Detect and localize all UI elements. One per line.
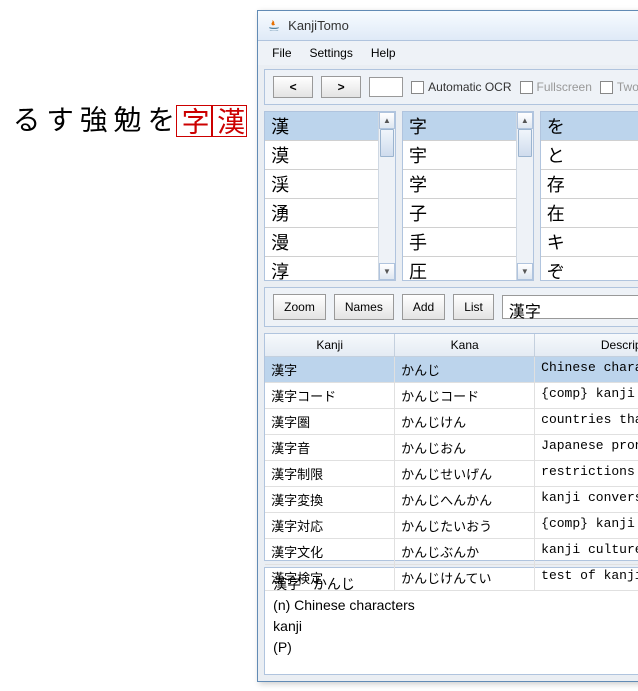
next-button[interactable]: > xyxy=(321,76,361,98)
menu-help[interactable]: Help xyxy=(365,44,402,62)
add-button[interactable]: Add xyxy=(402,294,445,320)
titlebar[interactable]: KanjiTomo ─ ▢ X xyxy=(258,11,638,41)
cell-d: Japanese pronunciati... xyxy=(535,435,638,460)
candidate-item[interactable]: キ xyxy=(541,228,638,257)
candidate-item[interactable]: ぞ xyxy=(541,257,638,280)
window-title: KanjiTomo xyxy=(288,18,637,33)
list-button[interactable]: List xyxy=(453,294,494,320)
menu-file[interactable]: File xyxy=(266,44,297,62)
candidate-item[interactable]: 宇 xyxy=(403,141,516,170)
java-icon xyxy=(266,18,282,34)
table-row[interactable]: 漢字音かんじおんJapanese pronunciati... xyxy=(265,435,638,461)
candidate-col-3: をと存在キぞ夫 ▲▼ xyxy=(540,111,638,281)
candidate-item[interactable]: 渓 xyxy=(265,170,378,199)
nav-toolbar: < > Automatic OCR Fullscreen Two pages xyxy=(264,69,638,105)
cell-r: かんじたいおう xyxy=(395,513,535,538)
table-row[interactable]: 漢字文化かんじぶんかkanji culture xyxy=(265,539,638,565)
cell-d: kanji culture xyxy=(535,539,638,564)
candidate-item[interactable]: 学 xyxy=(403,170,516,199)
cell-k: 漢字音 xyxy=(265,435,395,460)
cell-d: restrictions on the... xyxy=(535,461,638,486)
header-kanji[interactable]: Kanji xyxy=(265,334,395,356)
page-input[interactable] xyxy=(369,77,403,97)
app-window: KanjiTomo ─ ▢ X File Settings Help < > A… xyxy=(257,10,638,682)
table-row[interactable]: 漢字かんじChinese characters ... xyxy=(265,357,638,383)
scrollbar[interactable]: ▲▼ xyxy=(378,112,395,280)
header-description[interactable]: Description xyxy=(535,334,638,356)
source-char: 強 xyxy=(75,105,109,137)
cell-r: かんじ xyxy=(395,357,535,382)
cell-r: かんじへんかん xyxy=(395,487,535,512)
cell-k: 漢字 xyxy=(265,357,395,382)
candidate-item[interactable]: 湧 xyxy=(265,199,378,228)
cell-d: countries that curr... xyxy=(535,409,638,434)
cell-k: 漢字圏 xyxy=(265,409,395,434)
two-pages-checkbox[interactable]: Two pages xyxy=(600,80,638,94)
cell-d: {comp} kanji support xyxy=(535,513,638,538)
candidate-item[interactable]: 漠 xyxy=(265,141,378,170)
source-text-vertical: 漢字を勉強する xyxy=(8,10,247,137)
candidate-item[interactable]: 存 xyxy=(541,170,638,199)
menubar: File Settings Help xyxy=(258,41,638,65)
candidate-item[interactable]: 字 xyxy=(403,112,516,141)
cell-d: Chinese characters ... xyxy=(535,357,638,382)
automatic-ocr-checkbox[interactable]: Automatic OCR xyxy=(411,80,511,94)
definition-line: 漢字 かんじ xyxy=(273,574,638,595)
candidate-item[interactable]: 漫 xyxy=(265,228,378,257)
source-char: 漢 xyxy=(212,105,248,137)
dictionary-table: Kanji Kana Description 漢字かんじChinese char… xyxy=(264,333,638,561)
definition-line: kanji xyxy=(273,616,638,637)
table-row[interactable]: 漢字圏かんじけんcountries that curr... xyxy=(265,409,638,435)
candidate-item[interactable]: 在 xyxy=(541,199,638,228)
fullscreen-checkbox[interactable]: Fullscreen xyxy=(520,80,592,94)
candidate-panel: 漢漠渓湧漫淳涙 ▲▼ 字宇学子手圧王 ▲▼ をと存在キぞ夫 ▲▼ xyxy=(264,111,638,281)
candidate-col-2: 字宇学子手圧王 ▲▼ xyxy=(402,111,534,281)
definition-line: (P) xyxy=(273,637,638,658)
candidate-item[interactable]: 淳 xyxy=(265,257,378,280)
cell-k: 漢字コード xyxy=(265,383,395,408)
cell-k: 漢字文化 xyxy=(265,539,395,564)
cell-r: かんじぶんか xyxy=(395,539,535,564)
zoom-button[interactable]: Zoom xyxy=(273,294,326,320)
candidate-item[interactable]: 子 xyxy=(403,199,516,228)
table-row[interactable]: 漢字コードかんじコード{comp} kanji code xyxy=(265,383,638,409)
header-kana[interactable]: Kana xyxy=(395,334,535,356)
cell-k: 漢字変換 xyxy=(265,487,395,512)
cell-k: 漢字制限 xyxy=(265,461,395,486)
search-input[interactable]: 漢字 xyxy=(502,295,638,319)
cell-r: かんじおん xyxy=(395,435,535,460)
cell-k: 漢字対応 xyxy=(265,513,395,538)
source-char: 字 xyxy=(176,105,212,137)
candidate-item[interactable]: と xyxy=(541,141,638,170)
cell-r: かんじけん xyxy=(395,409,535,434)
menu-settings[interactable]: Settings xyxy=(304,44,359,62)
table-row[interactable]: 漢字変換かんじへんかんkanji conversion xyxy=(265,487,638,513)
candidate-item[interactable]: を xyxy=(541,112,638,141)
cell-d: kanji conversion xyxy=(535,487,638,512)
definition-line: (n) Chinese characters xyxy=(273,595,638,616)
table-row[interactable]: 漢字制限かんじせいげんrestrictions on the... xyxy=(265,461,638,487)
dict-toolbar: Zoom Names Add List 漢字 xyxy=(264,287,638,327)
candidate-col-1: 漢漠渓湧漫淳涙 ▲▼ xyxy=(264,111,396,281)
cell-r: かんじコード xyxy=(395,383,535,408)
definition-panel: 漢字 かんじ (n) Chinese characters kanji (P) … xyxy=(264,567,638,675)
names-button[interactable]: Names xyxy=(334,294,394,320)
source-char: を xyxy=(142,105,176,137)
source-char: 勉 xyxy=(109,105,143,137)
scrollbar[interactable]: ▲▼ xyxy=(516,112,533,280)
cell-r: かんじせいげん xyxy=(395,461,535,486)
candidate-item[interactable]: 手 xyxy=(403,228,516,257)
source-char: す xyxy=(42,105,76,137)
candidate-item[interactable]: 漢 xyxy=(265,112,378,141)
source-char: る xyxy=(8,105,42,137)
candidate-item[interactable]: 圧 xyxy=(403,257,516,280)
prev-button[interactable]: < xyxy=(273,76,313,98)
cell-d: {comp} kanji code xyxy=(535,383,638,408)
table-row[interactable]: 漢字対応かんじたいおう{comp} kanji support xyxy=(265,513,638,539)
table-header: Kanji Kana Description xyxy=(265,334,638,357)
